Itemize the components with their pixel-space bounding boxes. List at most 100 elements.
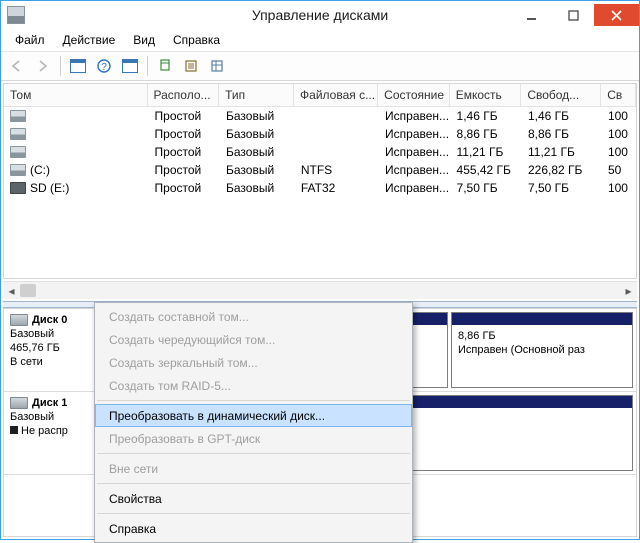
table-header: Том Располо... Тип Файловая с... Состоян… bbox=[4, 84, 636, 107]
table-cell: 1,46 ГБ bbox=[451, 108, 522, 124]
context-menu: Создать составной том... Создать чередую… bbox=[94, 302, 413, 543]
menu-create-striped[interactable]: Создать чередующийся том... bbox=[95, 328, 412, 351]
view-2-button[interactable] bbox=[118, 54, 142, 78]
table-cell: FAT32 bbox=[295, 180, 379, 196]
partition-stripe bbox=[452, 313, 632, 325]
scroll-right-button[interactable]: ▸ bbox=[620, 282, 637, 299]
menubar: Файл Действие Вид Справка bbox=[1, 29, 639, 52]
close-button[interactable] bbox=[594, 4, 639, 26]
table-cell: Исправен... bbox=[379, 180, 450, 196]
table-cell: 7,50 ГБ bbox=[451, 180, 522, 196]
close-icon bbox=[611, 10, 622, 21]
menu-convert-gpt[interactable]: Преобразовать в GPT-диск bbox=[95, 427, 412, 450]
scroll-left-button[interactable]: ◂ bbox=[3, 282, 20, 299]
table-cell: 50 bbox=[602, 162, 636, 178]
table-cell: (C:) bbox=[4, 162, 149, 178]
panel-icon bbox=[70, 59, 86, 73]
menu-file[interactable]: Файл bbox=[7, 31, 53, 49]
volume-icon bbox=[10, 110, 26, 122]
hscrollbar[interactable]: ◂ ▸ bbox=[3, 281, 637, 299]
menu-view[interactable]: Вид bbox=[125, 31, 163, 49]
toolbar-separator bbox=[60, 56, 61, 76]
table-cell: Базовый bbox=[220, 144, 295, 160]
table-cell: Исправен... bbox=[379, 162, 450, 178]
table-cell: Базовый bbox=[220, 180, 295, 196]
forward-button[interactable] bbox=[31, 54, 55, 78]
menu-create-mirrored[interactable]: Создать зеркальный том... bbox=[95, 351, 412, 374]
list-icon bbox=[210, 59, 224, 73]
table-row[interactable]: SD (E:)ПростойБазовыйFAT32Исправен...7,5… bbox=[4, 179, 636, 197]
table-cell bbox=[4, 145, 149, 159]
col-cap[interactable]: Емкость bbox=[450, 84, 522, 106]
menu-separator bbox=[97, 483, 410, 484]
menu-separator bbox=[97, 513, 410, 514]
table-cell: Простой bbox=[149, 144, 220, 160]
panel-icon bbox=[122, 59, 138, 73]
app-icon bbox=[7, 6, 25, 24]
table-cell bbox=[295, 151, 379, 153]
window-buttons bbox=[510, 4, 639, 26]
maximize-button[interactable] bbox=[552, 4, 594, 26]
minimize-button[interactable] bbox=[510, 4, 552, 26]
table-cell: 455,42 ГБ bbox=[451, 162, 522, 178]
table-cell: 8,86 ГБ bbox=[451, 126, 522, 142]
list-button[interactable] bbox=[205, 54, 229, 78]
volume-icon bbox=[10, 182, 26, 194]
scroll-thumb[interactable] bbox=[20, 284, 36, 297]
menu-properties[interactable]: Свойства bbox=[95, 487, 412, 510]
view-1-button[interactable] bbox=[66, 54, 90, 78]
col-status[interactable]: Состояние bbox=[378, 84, 450, 106]
action-button[interactable] bbox=[179, 54, 203, 78]
minimize-icon bbox=[526, 10, 537, 21]
arrow-left-icon bbox=[10, 60, 24, 72]
menu-offline[interactable]: Вне сети bbox=[95, 457, 412, 480]
volume-table: Том Располо... Тип Файловая с... Состоян… bbox=[3, 83, 637, 279]
table-cell bbox=[4, 127, 149, 141]
titlebar: Управление дисками bbox=[1, 1, 639, 29]
arrow-right-icon bbox=[36, 60, 50, 72]
table-cell bbox=[4, 109, 149, 123]
table-cell: SD (E:) bbox=[4, 180, 149, 196]
table-row[interactable]: ПростойБазовыйИсправен...8,86 ГБ8,86 ГБ1… bbox=[4, 125, 636, 143]
table-cell: Простой bbox=[149, 162, 220, 178]
refresh-icon bbox=[158, 59, 172, 73]
refresh-button[interactable] bbox=[153, 54, 177, 78]
col-fs[interactable]: Файловая с... bbox=[294, 84, 378, 106]
help-button[interactable]: ? bbox=[92, 54, 116, 78]
table-cell: Простой bbox=[149, 108, 220, 124]
disk-type: Базовый bbox=[10, 327, 107, 341]
back-button[interactable] bbox=[5, 54, 29, 78]
table-cell: Исправен... bbox=[379, 144, 450, 160]
menu-create-spanned[interactable]: Создать составной том... bbox=[95, 305, 412, 328]
maximize-icon bbox=[568, 10, 579, 21]
col-pct[interactable]: Св bbox=[601, 84, 636, 106]
col-volume[interactable]: Том bbox=[4, 84, 148, 106]
partition-size: 8,86 ГБ bbox=[458, 329, 626, 343]
help-icon: ? bbox=[96, 58, 112, 74]
menu-convert-dynamic[interactable]: Преобразовать в динамический диск... bbox=[95, 404, 412, 427]
menu-action[interactable]: Действие bbox=[55, 31, 124, 49]
table-cell: 11,21 ГБ bbox=[522, 144, 602, 160]
disk-status: В сети bbox=[10, 355, 107, 369]
table-row[interactable]: ПростойБазовыйИсправен...11,21 ГБ11,21 Г… bbox=[4, 143, 636, 161]
menu-create-raid5[interactable]: Создать том RAID-5... bbox=[95, 374, 412, 397]
table-cell: 11,21 ГБ bbox=[451, 144, 522, 160]
col-layout[interactable]: Располо... bbox=[148, 84, 220, 106]
table-cell: 100 bbox=[602, 126, 636, 142]
disk-icon bbox=[10, 314, 28, 326]
table-cell: 100 bbox=[602, 108, 636, 124]
table-cell: 7,50 ГБ bbox=[522, 180, 602, 196]
table-row[interactable]: ПростойБазовыйИсправен...1,46 ГБ1,46 ГБ1… bbox=[4, 107, 636, 125]
col-type[interactable]: Тип bbox=[219, 84, 294, 106]
menu-help[interactable]: Справка bbox=[165, 31, 228, 49]
table-row[interactable]: (C:)ПростойБазовыйNTFSИсправен...455,42 … bbox=[4, 161, 636, 179]
status-dot-icon bbox=[10, 426, 18, 434]
menu-help[interactable]: Справка bbox=[95, 517, 412, 540]
col-free[interactable]: Свобод... bbox=[521, 84, 601, 106]
menu-separator bbox=[97, 453, 410, 454]
partition[interactable]: 8,86 ГБ Исправен (Основной раз bbox=[451, 312, 633, 388]
volume-icon bbox=[10, 164, 26, 176]
table-cell: Простой bbox=[149, 180, 220, 196]
volume-icon bbox=[10, 128, 26, 140]
disk-name: Диск 0 bbox=[10, 313, 107, 327]
